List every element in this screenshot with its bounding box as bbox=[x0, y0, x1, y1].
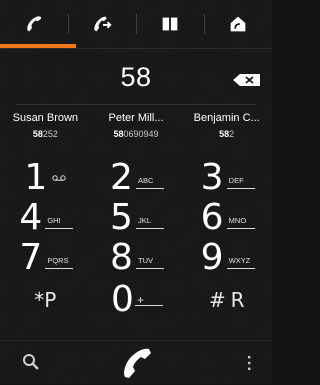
key-letters: DEF bbox=[226, 176, 255, 189]
key-9[interactable]: 9 WXYZ bbox=[181, 238, 272, 278]
suggestion-match: 58 bbox=[32, 129, 43, 139]
suggestion-number: 58252 bbox=[0, 129, 91, 139]
dial-keypad: 1 2 ABC 3 DEF 4 GHI 5 JKL 6 MNO 7 PQRS 8… bbox=[0, 158, 272, 338]
key-letters: R bbox=[230, 288, 245, 312]
key-digit: * bbox=[34, 288, 45, 312]
tab-call-log[interactable] bbox=[68, 0, 136, 48]
call-button[interactable] bbox=[118, 344, 156, 382]
key-digit: 0 bbox=[111, 279, 134, 320]
key-digit: 8 bbox=[110, 237, 133, 278]
suggestion-item[interactable]: Susan Brown 58252 bbox=[0, 112, 91, 152]
search-icon[interactable] bbox=[22, 353, 40, 371]
key-0[interactable]: 0 + bbox=[91, 278, 182, 322]
contact-suggestions: Susan Brown 58252 Peter Mill... 58069094… bbox=[0, 112, 272, 152]
key-digit: 4 bbox=[19, 197, 43, 238]
key-6[interactable]: 6 MNO bbox=[181, 198, 272, 238]
backspace-icon[interactable] bbox=[232, 73, 262, 87]
contacts-book-icon bbox=[162, 17, 178, 31]
tab-bar bbox=[0, 0, 272, 49]
voicemail-icon bbox=[52, 175, 67, 181]
key-digit: 2 bbox=[110, 157, 133, 198]
tab-contacts[interactable] bbox=[136, 0, 204, 48]
key-digit: 6 bbox=[200, 197, 224, 238]
key-letters: JKL bbox=[136, 216, 164, 229]
key-letters: TUV bbox=[136, 256, 164, 269]
suggestion-item[interactable]: Peter Mill... 580690949 bbox=[91, 112, 182, 152]
key-2[interactable]: 2 ABC bbox=[91, 158, 182, 198]
overflow-menu-icon[interactable] bbox=[246, 355, 252, 371]
tab-favorites[interactable] bbox=[204, 0, 272, 48]
suggestion-item[interactable]: Benjamin C... 582 bbox=[181, 112, 272, 152]
key-5[interactable]: 5 JKL bbox=[91, 198, 182, 238]
suggestion-rest: 0690949 bbox=[123, 129, 159, 139]
key-digit: 7 bbox=[19, 237, 43, 278]
key-letters: ABC bbox=[136, 176, 164, 189]
suggestion-rest: 252 bbox=[42, 129, 58, 139]
suggestion-number: 582 bbox=[181, 129, 272, 139]
key-star[interactable]: * P bbox=[0, 278, 91, 322]
key-4[interactable]: 4 GHI bbox=[0, 198, 91, 238]
suggestion-match: 58 bbox=[219, 129, 230, 139]
key-7[interactable]: 7 PQRS bbox=[0, 238, 91, 278]
key-digit: # bbox=[208, 288, 226, 312]
suggestion-match: 58 bbox=[113, 129, 124, 139]
suggestion-name: Peter Mill... bbox=[108, 112, 164, 124]
suggestion-rest: 2 bbox=[229, 129, 235, 139]
suggestion-number: 580690949 bbox=[91, 129, 182, 139]
tab-dialer[interactable] bbox=[0, 0, 68, 48]
key-digit: 3 bbox=[200, 157, 224, 198]
key-3[interactable]: 3 DEF bbox=[181, 158, 272, 198]
key-digit: 1 bbox=[24, 157, 48, 198]
suggestion-name: Benjamin C... bbox=[193, 112, 260, 124]
key-letters: MNO bbox=[226, 216, 255, 229]
key-1[interactable]: 1 bbox=[0, 158, 91, 198]
key-letters: + bbox=[135, 293, 163, 307]
active-tab-indicator bbox=[0, 44, 76, 48]
key-letters: GHI bbox=[45, 216, 74, 229]
key-letters: P bbox=[44, 288, 57, 312]
call-log-icon bbox=[94, 16, 112, 32]
number-display: 58 bbox=[0, 54, 272, 102]
key-letters: WXYZ bbox=[226, 256, 255, 269]
display-divider bbox=[16, 104, 256, 105]
key-8[interactable]: 8 TUV bbox=[91, 238, 182, 278]
suggestion-name: Susan Brown bbox=[12, 112, 79, 124]
key-digit: 5 bbox=[110, 197, 133, 238]
key-hash[interactable]: # R bbox=[181, 278, 272, 322]
phone-icon bbox=[27, 16, 42, 32]
favorite-home-icon bbox=[230, 16, 246, 32]
key-digit: 9 bbox=[200, 237, 224, 278]
key-letters: PQRS bbox=[45, 256, 74, 269]
bottom-action-bar bbox=[0, 340, 272, 385]
dialer-app: 58 Susan Brown 58252 Peter Mill... 58069… bbox=[0, 0, 272, 384]
